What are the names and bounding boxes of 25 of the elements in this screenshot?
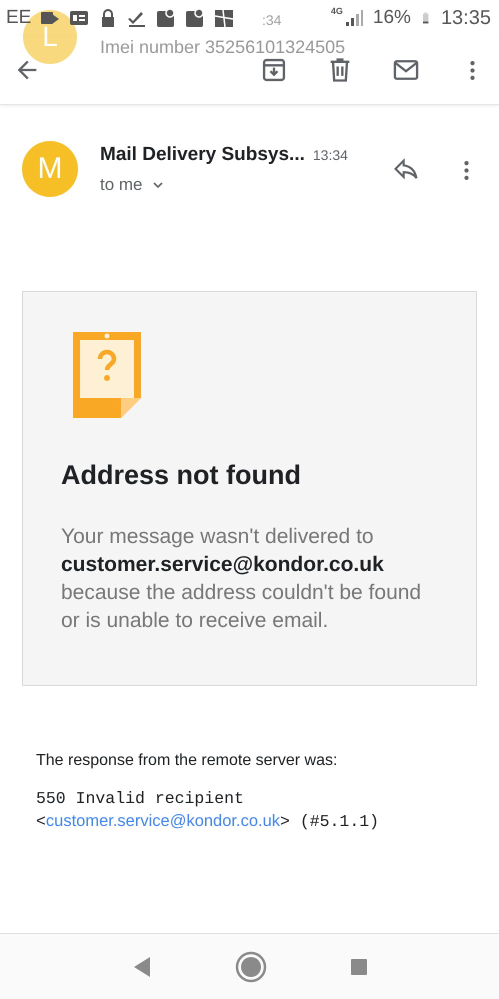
response-intro: The response from the remote server was: [36,752,338,770]
sender-name: Mail Delivery Subsys... [100,144,305,166]
recents-nav-button[interactable] [350,958,368,976]
message-time: 13:34 [312,147,348,163]
home-nav-button[interactable] [234,950,266,982]
error-title: Address not found [61,460,302,491]
sender-avatar: M [22,141,78,197]
more-icon [464,160,468,180]
network-type: 4G [330,6,343,16]
question-note-icon [73,332,141,418]
clock: 13:35 [440,6,491,30]
notification-time: :34 [262,12,282,28]
back-nav-button[interactable] [132,956,152,978]
error-message: Your message wasn't delivered to customer.service@kondor.co.uk because the address couldn't be found or is unable to receive email. [61,524,422,634]
response-line: 550 Invalid recipient [36,788,245,810]
email-link[interactable]: customer.service@kondor.co.uk [46,812,280,830]
more-icon [470,60,474,80]
carrier-name: EE [6,7,32,29]
notification-preview: Imei number 35256101324505 [100,37,346,58]
recipient-toggle[interactable]: to me [100,175,165,195]
news-icon [69,8,90,28]
signal-icon [344,8,364,28]
response-line: <customer.service@kondor.co.uk> (#5.1.1) [36,811,380,833]
battery-percent: 16% [372,7,411,29]
map-icon [214,8,234,28]
